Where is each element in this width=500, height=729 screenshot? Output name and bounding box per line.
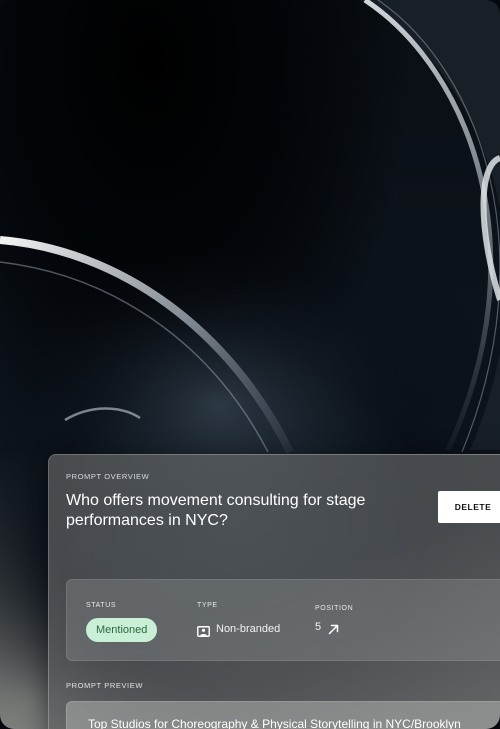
prompt-preview-box: Top Studios for Choreography & Physical … — [66, 701, 500, 729]
status-label: STATUS — [86, 602, 117, 609]
type-value: Non-branded — [216, 623, 281, 635]
prompt-title: Who offers movement consulting for stage… — [66, 492, 366, 529]
position-label: POSITION — [315, 605, 354, 612]
image-frame-icon — [197, 624, 210, 637]
app-frame: PROMPT OVERVIEW Who offers movement cons… — [0, 0, 500, 729]
status-badge: Mentioned — [86, 618, 158, 642]
prompt-preview-text: Top Studios for Choreography & Physical … — [88, 717, 461, 729]
prompt-overview-label: PROMPT OVERVIEW — [66, 472, 150, 481]
type-label: TYPE — [197, 602, 218, 609]
position-value: 5 — [315, 621, 322, 633]
prompt-overview-card: PROMPT OVERVIEW Who offers movement cons… — [48, 454, 500, 729]
position-value-group: 5 — [315, 621, 339, 634]
delete-button[interactable]: DELETE — [438, 491, 500, 523]
prompt-details-panel: STATUS Mentioned TYPE Non-branded POSITI… — [66, 579, 500, 661]
arrow-up-right-icon — [328, 622, 339, 634]
type-value-group: Non-branded — [197, 623, 281, 637]
prompt-preview-label: PROMPT PREVIEW — [66, 681, 144, 690]
